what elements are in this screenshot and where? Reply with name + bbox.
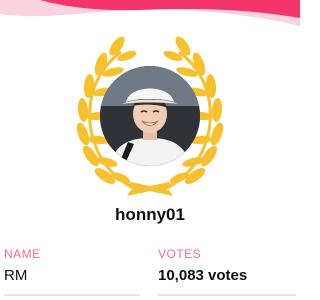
voter-profile-screen: honny01 NAME RM VOTES 10,083 votes: [0, 0, 300, 300]
name-value: RM: [4, 267, 28, 284]
votes-label: VOTES: [158, 247, 202, 261]
header-wave-decoration: [0, 0, 300, 26]
votes-divider: [158, 294, 296, 296]
name-label: NAME: [4, 247, 41, 261]
user-photo-icon: [100, 66, 200, 166]
avatar[interactable]: [100, 66, 200, 166]
name-divider: [4, 294, 140, 296]
votes-value: 10,083 votes: [158, 267, 248, 284]
profile-username: honny01: [115, 205, 185, 224]
